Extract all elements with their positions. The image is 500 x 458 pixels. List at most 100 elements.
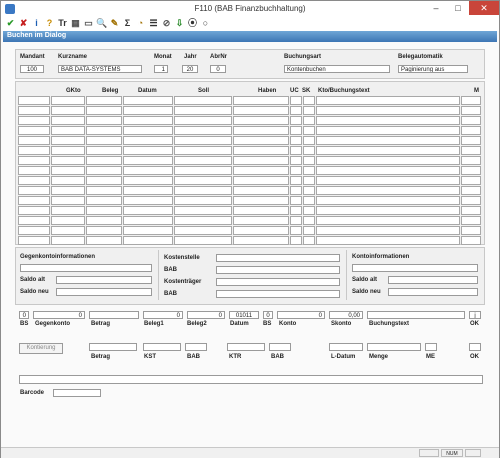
bs-field[interactable]: 0 <box>19 311 29 319</box>
grid-cell[interactable] <box>174 236 232 245</box>
grid-cell[interactable] <box>461 156 481 165</box>
grid-cell[interactable] <box>123 96 173 105</box>
grid-cell[interactable] <box>18 106 50 115</box>
grid-cell[interactable] <box>303 156 315 165</box>
close-button[interactable]: ✕ <box>469 1 499 15</box>
grid-cell[interactable] <box>86 216 122 225</box>
grid-cell[interactable] <box>290 126 302 135</box>
grid-cell[interactable] <box>174 136 232 145</box>
bs2-field[interactable]: 0 <box>263 311 273 319</box>
grid-cell[interactable] <box>316 186 460 195</box>
grid-cell[interactable] <box>174 146 232 155</box>
grid-cell[interactable] <box>461 226 481 235</box>
grid-cell[interactable] <box>18 156 50 165</box>
grid-cell[interactable] <box>290 106 302 115</box>
grid-cell[interactable] <box>290 96 302 105</box>
grid-cell[interactable] <box>233 156 289 165</box>
minimize-button[interactable]: – <box>425 1 447 15</box>
grid-cell[interactable] <box>18 146 50 155</box>
grid-cell[interactable] <box>86 226 122 235</box>
betrag-field[interactable] <box>89 311 139 319</box>
grid-cell[interactable] <box>290 156 302 165</box>
grid-cell[interactable] <box>86 196 122 205</box>
jahr-field[interactable]: 20 <box>182 65 198 73</box>
kurzname-field[interactable]: BAB DATA-SYSTEMS <box>58 65 142 73</box>
grid-cell[interactable] <box>290 136 302 145</box>
k-me-field[interactable] <box>425 343 437 351</box>
grid-cell[interactable] <box>290 146 302 155</box>
grid-cell[interactable] <box>303 126 315 135</box>
datum-field[interactable]: 01011 <box>229 311 259 319</box>
grid-cell[interactable] <box>461 236 481 245</box>
circle-icon[interactable]: ○ <box>200 18 211 29</box>
edit-icon[interactable]: ✎ <box>109 18 120 29</box>
k-ldatum-field[interactable] <box>329 343 363 351</box>
grid-cell[interactable] <box>461 186 481 195</box>
grid-cell[interactable] <box>123 136 173 145</box>
grid-cell[interactable] <box>123 236 173 245</box>
grid-cell[interactable] <box>18 206 50 215</box>
kontierung-button[interactable]: Kontierung <box>19 343 63 354</box>
grid-cell[interactable] <box>461 166 481 175</box>
grid-cell[interactable] <box>51 176 85 185</box>
grid-cell[interactable] <box>18 236 50 245</box>
grid-cell[interactable] <box>51 106 85 115</box>
grid-cell[interactable] <box>18 186 50 195</box>
grid-cell[interactable] <box>316 156 460 165</box>
grid-cell[interactable] <box>51 96 85 105</box>
cancel-icon[interactable]: ✘ <box>18 18 29 29</box>
k-ok-field[interactable] <box>469 343 481 351</box>
grid-cell[interactable] <box>290 116 302 125</box>
grid-cell[interactable] <box>123 166 173 175</box>
grid-cell[interactable] <box>233 146 289 155</box>
grid-cell[interactable] <box>461 136 481 145</box>
grid-cell[interactable] <box>86 126 122 135</box>
grid-cell[interactable] <box>51 216 85 225</box>
grid-cell[interactable] <box>290 216 302 225</box>
grid-cell[interactable] <box>18 116 50 125</box>
grid-cell[interactable] <box>123 206 173 215</box>
grid-cell[interactable] <box>303 116 315 125</box>
grid-cell[interactable] <box>18 226 50 235</box>
search-icon[interactable]: 🔍 <box>96 18 107 29</box>
grid-cell[interactable] <box>233 176 289 185</box>
grid-cell[interactable] <box>86 116 122 125</box>
grid-cell[interactable] <box>174 196 232 205</box>
grid-cell[interactable] <box>290 226 302 235</box>
grid-cell[interactable] <box>303 176 315 185</box>
grid-cell[interactable] <box>174 106 232 115</box>
grid-cell[interactable] <box>86 236 122 245</box>
grid-cell[interactable] <box>316 136 460 145</box>
grid-cell[interactable] <box>316 206 460 215</box>
grid-cell[interactable] <box>303 166 315 175</box>
buchungstext-field[interactable] <box>367 311 465 319</box>
grid-cell[interactable] <box>123 176 173 185</box>
grid-cell[interactable] <box>316 126 460 135</box>
grid-cell[interactable] <box>18 96 50 105</box>
confirm-icon[interactable]: ✔ <box>5 18 16 29</box>
k-bab1-field[interactable] <box>185 343 207 351</box>
grid-cell[interactable] <box>290 186 302 195</box>
grid-cell[interactable] <box>51 206 85 215</box>
grid-cell[interactable] <box>316 236 460 245</box>
grid-cell[interactable] <box>51 116 85 125</box>
grid-cell[interactable] <box>316 146 460 155</box>
grid-cell[interactable] <box>51 186 85 195</box>
grid-cell[interactable] <box>461 176 481 185</box>
grid-cell[interactable] <box>123 156 173 165</box>
k-menge-field[interactable] <box>367 343 421 351</box>
grid-cell[interactable] <box>86 176 122 185</box>
grid-cell[interactable] <box>303 236 315 245</box>
grid-cell[interactable] <box>233 126 289 135</box>
grid-cell[interactable] <box>233 106 289 115</box>
grid-cell[interactable] <box>86 136 122 145</box>
sum-icon[interactable]: Σ <box>122 18 133 29</box>
monat-field[interactable]: 1 <box>154 65 168 73</box>
grid-cell[interactable] <box>233 116 289 125</box>
grid-cell[interactable] <box>303 196 315 205</box>
grid-cell[interactable] <box>174 226 232 235</box>
k-bab2-field[interactable] <box>269 343 291 351</box>
ok-field[interactable]: j <box>469 311 481 319</box>
grid-cell[interactable] <box>174 216 232 225</box>
grid-cell[interactable] <box>316 166 460 175</box>
